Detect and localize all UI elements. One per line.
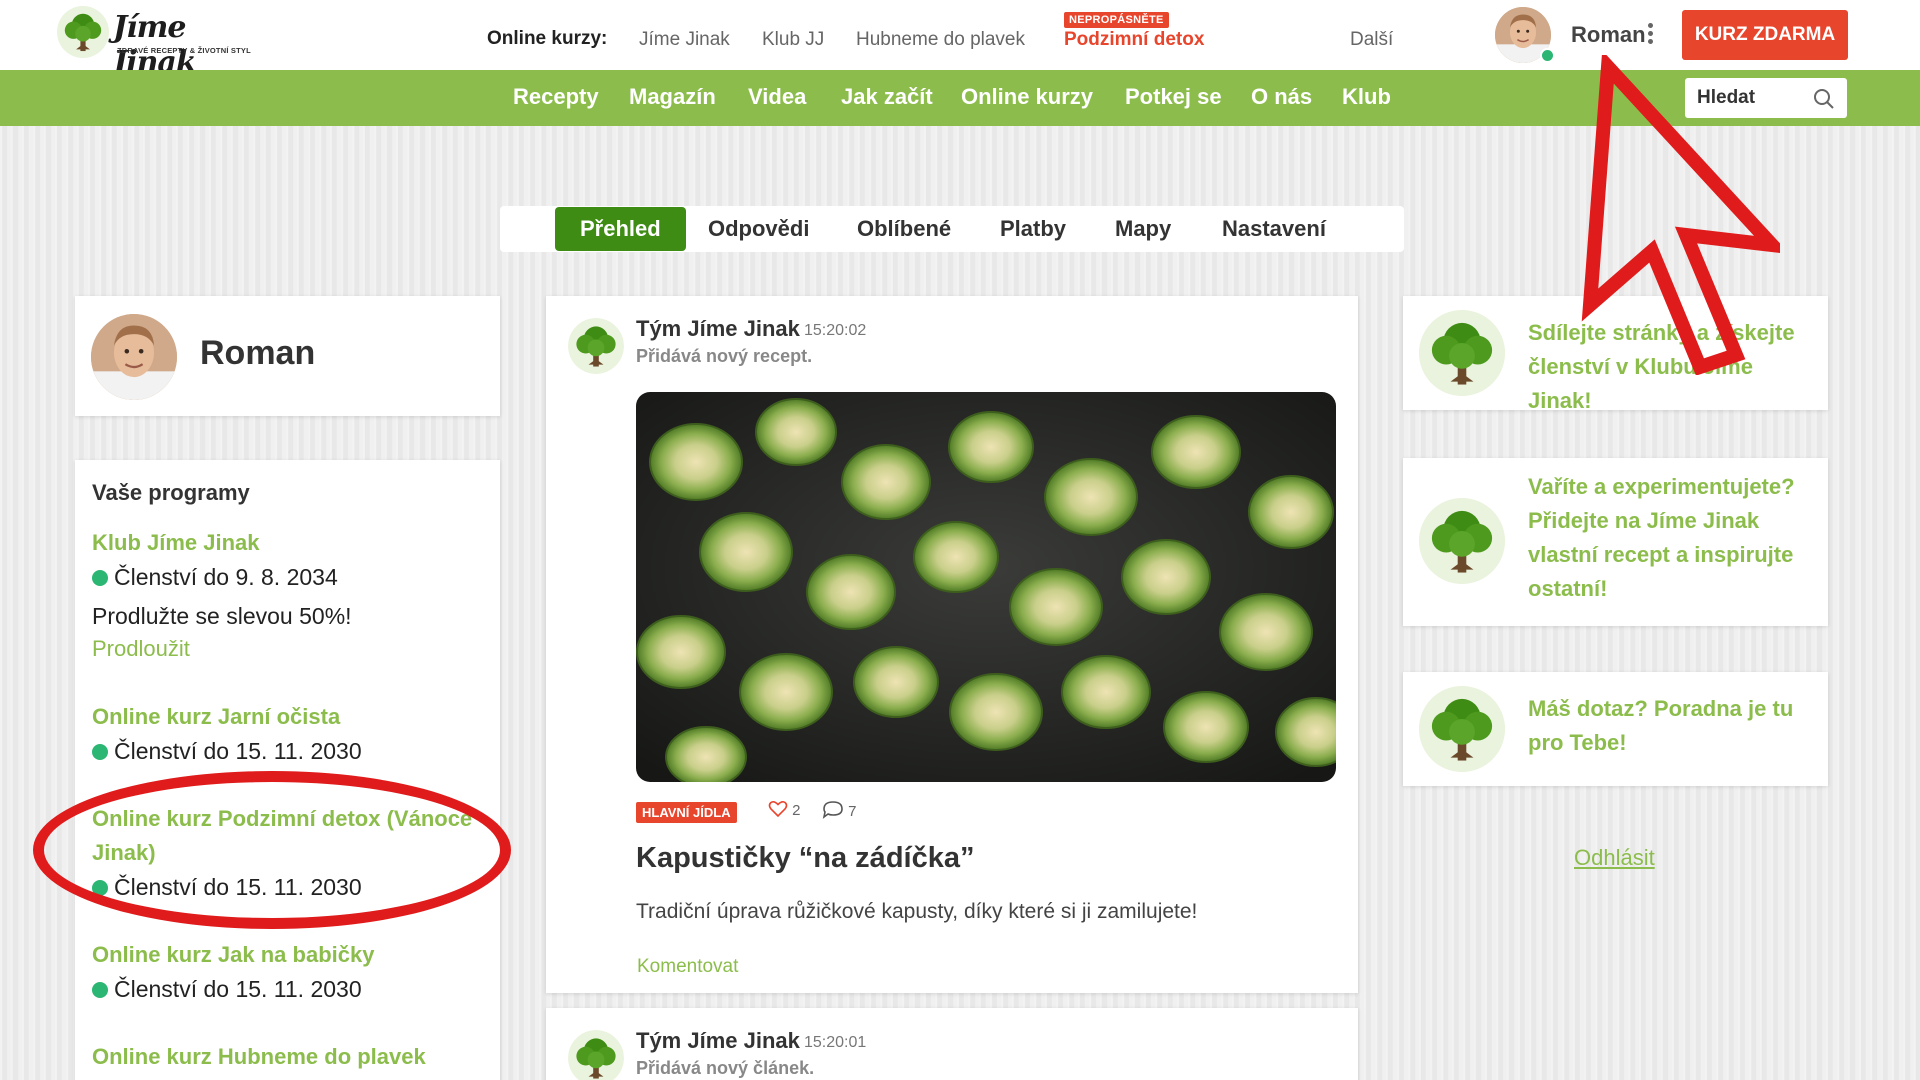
brussels-sprouts-photo (636, 392, 1336, 782)
like-count: 2 (792, 802, 801, 819)
promo-card-recipe[interactable]: Vaříte a experimentujete? Přidejte na Jí… (1403, 458, 1828, 626)
author-avatar[interactable] (568, 318, 624, 374)
tab-platby[interactable]: Platby (1000, 206, 1066, 252)
post-author[interactable]: Tým Jíme Jinak (636, 316, 800, 342)
program-link-jak-na-babicky[interactable]: Online kurz Jak na babičky (92, 938, 492, 972)
online-link-podzimni-detox[interactable]: Podzimní detox (1064, 29, 1204, 51)
renew-link[interactable]: Prodloužit (92, 636, 190, 662)
status-dot (92, 570, 108, 586)
promo-card-advice[interactable]: Máš dotaz? Poradna je tu pro Tebe! (1403, 672, 1828, 786)
like-button[interactable]: 2 (768, 800, 801, 819)
feed-post: Tým Jíme Jinak 15:20:02 Přidává nový rec… (546, 296, 1358, 993)
brand-slogan: ZDRAVÉ RECEPTY & ŽIVOTNÍ STYL (117, 46, 251, 55)
profile-name: Roman (200, 334, 316, 372)
profile-tabs: Přehled Odpovědi Oblíbené Platby Mapy Na… (500, 206, 1404, 252)
program-status: Členství do 9. 8. 2034 (92, 564, 338, 591)
highlight-ellipse (33, 771, 511, 929)
site-logo[interactable]: Jíme Jinak ZDRAVÉ RECEPTY & ŽIVOTNÍ STYL (55, 6, 255, 80)
kebab-menu-icon[interactable] (1648, 23, 1654, 45)
post-time: 15:20:02 (804, 322, 867, 339)
profile-card: Roman (75, 296, 500, 416)
tab-mapy[interactable]: Mapy (1115, 206, 1171, 252)
programs-card: Vaše programy Klub Jíme Jinak Členství d… (75, 460, 500, 1080)
logout-link[interactable]: Odhlásit (1574, 845, 1655, 871)
program-link-klub[interactable]: Klub Jíme Jinak (92, 526, 492, 560)
author-avatar[interactable] (568, 1030, 624, 1080)
online-link-jime-jinak[interactable]: Jíme Jinak (639, 29, 730, 51)
nav-recepty[interactable]: Recepty (513, 84, 599, 110)
nav-potkej-se[interactable]: Potkej se (1125, 84, 1222, 110)
free-course-button[interactable]: KURZ ZDARMA (1682, 10, 1848, 60)
detox-badge: NEPROPÁSNĚTE (1064, 12, 1169, 28)
online-link-hubneme[interactable]: Hubneme do plavek (856, 29, 1025, 51)
tree-logo-icon (55, 6, 111, 58)
post-action: Přidává nový článek. (636, 1058, 815, 1078)
post-action: Přidává nový recept. (636, 346, 813, 366)
program-status: Členství do 15. 11. 2030 (92, 738, 362, 765)
online-courses-label: Online kurzy: (487, 28, 608, 49)
nav-o-nas[interactable]: O nás (1251, 84, 1312, 110)
nav-klub[interactable]: Klub (1342, 84, 1391, 110)
status-dot (92, 744, 108, 760)
online-link-klub-jj[interactable]: Klub JJ (762, 29, 824, 51)
tab-oblibene[interactable]: Oblíbené (857, 206, 951, 252)
profile-avatar (91, 314, 177, 400)
program-link-hubneme-do-plavek[interactable]: Online kurz Hubneme do plavek (92, 1040, 492, 1074)
tab-odpovedi[interactable]: Odpovědi (708, 206, 809, 252)
online-status-dot (1540, 48, 1555, 63)
tree-icon (1419, 498, 1505, 584)
status-dot (92, 982, 108, 998)
recipe-image[interactable] (636, 392, 1336, 782)
promo-recipe-text[interactable]: Vaříte a experimentujete? Přidejte na Jí… (1528, 470, 1818, 606)
post-author[interactable]: Tým Jíme Jinak (636, 1028, 800, 1054)
promo-advice-text[interactable]: Máš dotaz? Poradna je tu pro Tebe! (1528, 692, 1818, 760)
feed-post: Tým Jíme Jinak 15:20:01 Přidává nový člá… (546, 1008, 1358, 1080)
renew-promo-text: Prodlužte se slevou 50%! (92, 603, 352, 629)
tree-icon (1419, 310, 1505, 396)
more-link[interactable]: Další (1350, 29, 1393, 51)
heart-icon (768, 801, 788, 818)
user-menu-name[interactable]: Roman (1571, 22, 1646, 48)
tab-prehled[interactable]: Přehled (555, 207, 686, 251)
nav-jak-zacit[interactable]: Jak začít (841, 84, 933, 110)
post-time: 15:20:01 (804, 1034, 867, 1051)
program-link-jarni-ocista[interactable]: Online kurz Jarní očista (92, 700, 492, 734)
programs-title: Vaše programy (92, 480, 250, 505)
comment-count: 7 (848, 803, 857, 820)
nav-magazin[interactable]: Magazín (629, 84, 716, 110)
nav-online-kurzy[interactable]: Online kurzy (961, 84, 1093, 110)
speech-bubble-icon (822, 801, 843, 819)
annotation-arrow-icon (1581, 55, 1780, 375)
comments-button[interactable]: 7 (822, 800, 857, 820)
tab-nastaveni[interactable]: Nastavení (1222, 206, 1326, 252)
category-tag[interactable]: HLAVNÍ JÍDLA (636, 802, 737, 823)
comment-link[interactable]: Komentovat (637, 956, 738, 978)
nav-videa[interactable]: Videa (748, 84, 806, 110)
tree-icon (1419, 686, 1505, 772)
recipe-title[interactable]: Kapustičky “na zádíčka” (636, 842, 974, 875)
recipe-description: Tradiční úprava růžičkové kapusty, díky … (636, 900, 1198, 923)
program-status: Členství do 15. 11. 2030 (92, 976, 362, 1003)
search-icon[interactable] (1813, 88, 1835, 110)
